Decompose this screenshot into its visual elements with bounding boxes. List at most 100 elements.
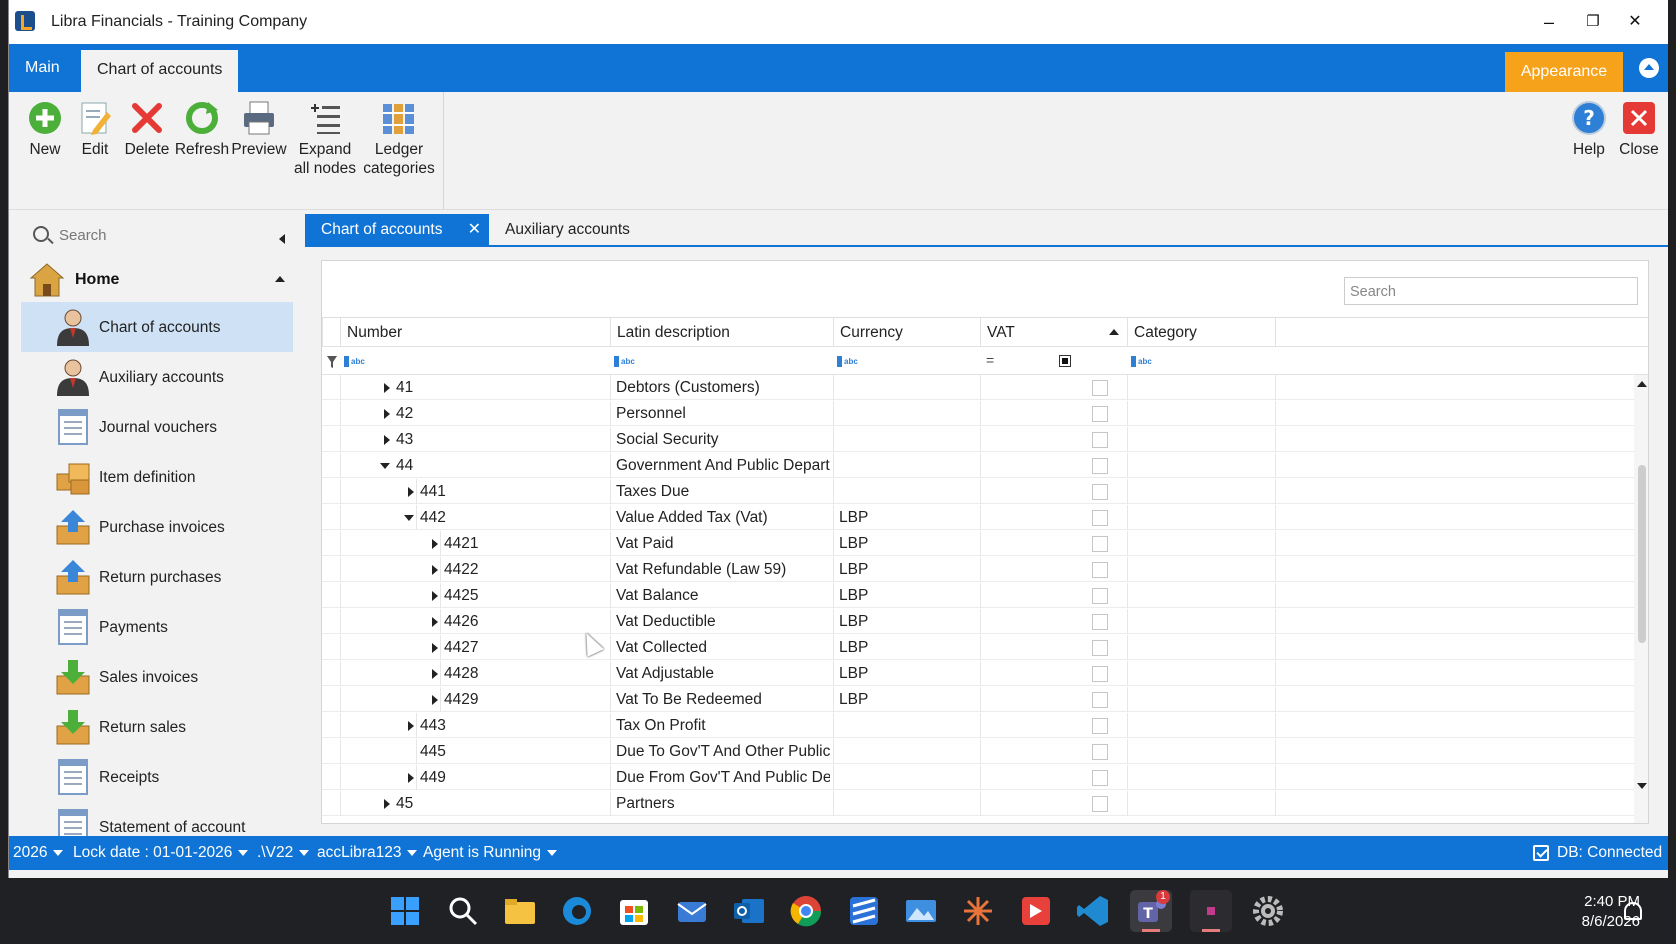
sidebar-item-item-definition[interactable]: Item definition (21, 452, 293, 502)
new-button[interactable]: New (21, 100, 69, 159)
expand-node-icon[interactable] (432, 669, 438, 679)
expand-node-icon[interactable] (384, 435, 390, 445)
year-dropdown[interactable]: 2026 (13, 844, 64, 862)
sidebar-search-input[interactable]: Search (19, 220, 289, 250)
table-row[interactable]: 441 Taxes Due (322, 479, 1634, 504)
agent-dropdown[interactable]: Agent is Running (423, 844, 558, 862)
expand-node-icon[interactable] (432, 565, 438, 575)
sidebar-item-journal-vouchers[interactable]: Journal vouchers (21, 402, 293, 452)
photos-icon[interactable] (904, 894, 938, 928)
home-group-header[interactable]: Home (19, 258, 289, 302)
vat-checkbox[interactable] (1092, 406, 1108, 422)
table-row[interactable]: 443 Tax On Profit (322, 713, 1634, 738)
filter-currency-abc-icon[interactable]: abc (837, 356, 858, 367)
file-explorer-icon[interactable] (503, 894, 537, 928)
vat-checkbox[interactable] (1092, 588, 1108, 604)
ledger-categories-button[interactable]: Ledger categories (359, 100, 439, 178)
expand-node-icon[interactable] (432, 695, 438, 705)
ribbon-tab-main[interactable]: Main (9, 44, 76, 92)
expand-all-nodes-button[interactable]: Expand all nodes (287, 100, 363, 178)
table-row[interactable]: 449 Due From Gov'T And Public De... (322, 765, 1634, 790)
table-row[interactable]: 41 Debtors (Customers) (322, 375, 1634, 400)
table-row[interactable]: 4422 Vat Refundable (Law 59) LBP (322, 557, 1634, 582)
vat-checkbox[interactable] (1092, 666, 1108, 682)
ribbon-tab-chart-of-accounts[interactable]: Chart of accounts (81, 50, 239, 92)
outlook-icon[interactable] (732, 894, 766, 928)
vertical-scrollbar[interactable] (1634, 375, 1648, 823)
taskbar-search-icon[interactable] (446, 894, 480, 928)
mail-app-icon[interactable] (675, 894, 709, 928)
vat-checkbox[interactable] (1092, 562, 1108, 578)
collapse-sidebar-icon[interactable] (279, 234, 285, 244)
sidebar-item-payments[interactable]: Payments (21, 602, 293, 652)
chrome-icon[interactable] (789, 894, 823, 928)
expand-node-icon[interactable] (432, 539, 438, 549)
col-vat-header[interactable]: VAT (980, 318, 1127, 348)
active-app-icon[interactable] (1190, 890, 1232, 932)
settings-gear-icon[interactable] (1251, 894, 1285, 928)
vat-checkbox[interactable] (1092, 718, 1108, 734)
expand-node-icon[interactable] (408, 773, 414, 783)
table-row[interactable]: 4429 Vat To Be Redeemed LBP (322, 687, 1634, 712)
scroll-up-icon[interactable] (1637, 381, 1647, 387)
filter-vat-checkbox[interactable] (1059, 355, 1071, 367)
notification-bell-icon[interactable] (1624, 902, 1642, 920)
expand-node-icon[interactable] (432, 643, 438, 653)
vat-checkbox[interactable] (1092, 744, 1108, 760)
edge-browser-icon[interactable] (560, 894, 594, 928)
table-row[interactable]: 45 Partners (322, 791, 1634, 816)
collapse-ribbon-icon[interactable] (1639, 58, 1659, 78)
delete-button[interactable]: Delete (119, 100, 175, 159)
vat-checkbox[interactable] (1092, 432, 1108, 448)
table-row[interactable]: 4425 Vat Balance LBP (322, 583, 1634, 608)
table-row[interactable]: 445 Due To Gov'T And Other Public... (322, 739, 1634, 764)
filter-category-abc-icon[interactable]: abc (1131, 356, 1152, 367)
teams-icon[interactable]: T1 (1130, 890, 1172, 932)
sidebar-item-auxiliary-accounts[interactable]: Auxiliary accounts (21, 352, 293, 402)
table-row[interactable]: 44 Government And Public Depart... (322, 453, 1634, 478)
table-row[interactable]: 43 Social Security (322, 427, 1634, 452)
collapse-node-icon[interactable] (404, 515, 414, 521)
filter-vat-equals-icon[interactable]: = (986, 352, 994, 368)
col-category-header[interactable]: Category Edescripti... (1127, 318, 1275, 370)
app-stripes-icon[interactable] (847, 894, 881, 928)
store-icon[interactable] (617, 894, 651, 928)
filter-number-abc-icon[interactable]: abc (344, 356, 365, 367)
expand-node-icon[interactable] (408, 721, 414, 731)
version-dropdown[interactable]: .\V22 (257, 844, 310, 862)
preview-button[interactable]: Preview (229, 100, 289, 159)
table-row[interactable]: 42 Personnel (322, 401, 1634, 426)
sidebar-item-purchase-invoices[interactable]: Purchase invoices (21, 502, 293, 552)
vscode-icon[interactable] (1076, 894, 1110, 928)
vat-checkbox[interactable] (1092, 510, 1108, 526)
table-row[interactable]: 442 Value Added Tax (Vat) LBP (322, 505, 1634, 530)
col-number-header[interactable]: Number (340, 318, 610, 348)
vat-checkbox[interactable] (1092, 458, 1108, 474)
vat-checkbox[interactable] (1092, 770, 1108, 786)
table-row[interactable]: 4426 Vat Deductible LBP (322, 609, 1634, 634)
lock-date-dropdown[interactable]: Lock date : 01-01-2026 (73, 844, 249, 862)
sidebar-item-chart-of-accounts[interactable]: Chart of accounts (21, 302, 293, 352)
col-latin-description-header[interactable]: Latin description (610, 318, 833, 348)
expand-node-icon[interactable] (432, 591, 438, 601)
vat-checkbox[interactable] (1092, 536, 1108, 552)
minimize-button[interactable]: – (1529, 8, 1569, 36)
sidebar-item-return-purchases[interactable]: Return purchases (21, 552, 293, 602)
help-button[interactable]: ? Help (1565, 100, 1613, 159)
vat-checkbox[interactable] (1092, 614, 1108, 630)
vat-checkbox[interactable] (1092, 484, 1108, 500)
restore-button[interactable]: ❐ (1573, 8, 1613, 36)
collapse-node-icon[interactable] (380, 463, 390, 469)
scrollbar-thumb[interactable] (1638, 465, 1646, 643)
expand-node-icon[interactable] (384, 383, 390, 393)
expand-node-icon[interactable] (408, 487, 414, 497)
refresh-button[interactable]: Refresh (173, 100, 231, 159)
filter-latin-abc-icon[interactable]: abc (614, 356, 635, 367)
expand-node-icon[interactable] (384, 799, 390, 809)
close-window-button[interactable]: ✕ (1615, 8, 1655, 36)
scroll-down-icon[interactable] (1637, 783, 1647, 789)
database-dropdown[interactable]: accLibra123 (317, 844, 418, 862)
col-currency-header[interactable]: Currency (833, 318, 980, 348)
close-button[interactable]: Close (1615, 100, 1663, 159)
vat-checkbox[interactable] (1092, 640, 1108, 656)
